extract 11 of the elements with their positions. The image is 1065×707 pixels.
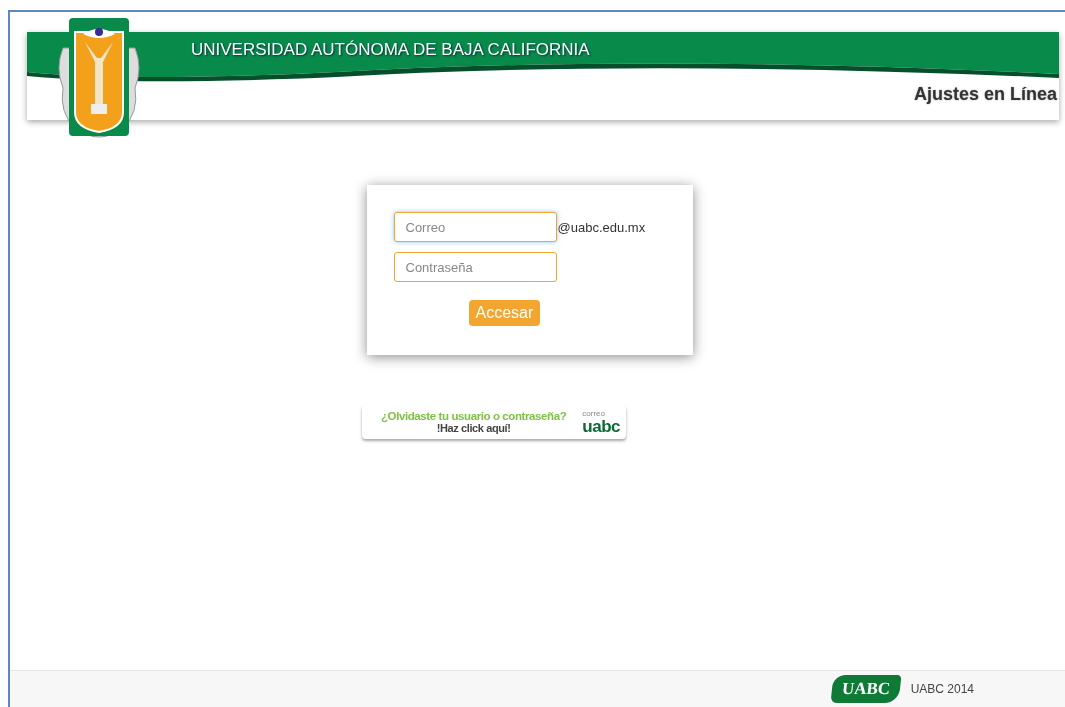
email-domain: @uabc.edu.mx: [557, 219, 646, 235]
recovery-question: ¿Olvidaste tu usuario o contraseña?: [380, 410, 567, 422]
footer-logo: UABC: [831, 675, 903, 703]
email-field[interactable]: Correo: [393, 212, 557, 242]
page-title: Ajustes en Línea: [913, 84, 1057, 105]
footer-text: UABC 2014: [910, 682, 974, 696]
recovery-action: !Haz click aquí!: [436, 422, 511, 434]
brand-caption: correo: [582, 409, 605, 418]
password-field[interactable]: Contraseña: [393, 252, 557, 282]
university-title: UNIVERSIDAD AUTÓNOMA DE BAJA CALIFORNIA: [191, 40, 590, 60]
brand-logo: uabc: [582, 417, 620, 435]
